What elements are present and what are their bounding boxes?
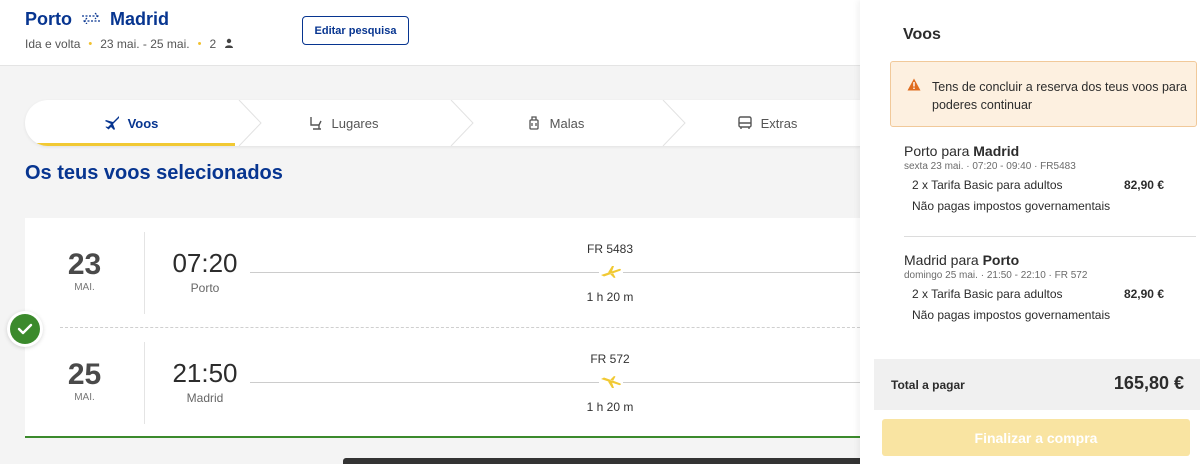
selected-flights-card[interactable]: 23 MAI. 07:20 Porto FR 5483 1 h 20 m 25 … xyxy=(25,218,875,438)
departure-info: 07:20 Porto xyxy=(165,248,245,295)
fare-description: 2 x Tarifa Basic para adultos xyxy=(912,178,1063,192)
flight-number: FR 572 xyxy=(590,352,630,366)
segment-details: sexta 23 mai. · 07:20 - 09:40 · FR5483 xyxy=(904,161,1076,172)
flight-path-line xyxy=(250,382,875,383)
segment-title: Madrid para Porto xyxy=(904,252,1020,268)
route-title: Porto Madrid xyxy=(25,9,169,30)
flight-month: MAI. xyxy=(74,282,95,293)
segment-divider xyxy=(904,236,1196,237)
seat-icon xyxy=(308,115,324,131)
total-bar: Total a pagar 165,80 € xyxy=(874,359,1200,410)
step-separator xyxy=(238,100,262,146)
flight-duration: 1 h 20 m xyxy=(586,290,634,304)
flight-day: 25 xyxy=(67,358,102,391)
fare-price: 82,90 € xyxy=(1123,287,1164,301)
total-value: 165,80 € xyxy=(1113,373,1184,393)
fare-line: 2 x Tarifa Basic para adultos 82,90 € xyxy=(904,287,1200,301)
fare-price: 82,90 € xyxy=(1123,178,1164,192)
luggage-icon xyxy=(526,115,542,131)
origin-city: Porto xyxy=(25,9,72,29)
departure-city: Porto xyxy=(190,281,220,295)
flight-duration: 1 h 20 m xyxy=(586,400,634,414)
flight-row-return[interactable]: 25 MAI. 21:50 Madrid FR 572 1 h 20 m xyxy=(25,340,875,430)
row-divider xyxy=(60,327,875,328)
separator-dot: • xyxy=(197,38,202,50)
passenger-count: 2 xyxy=(209,37,217,51)
fare-description: 2 x Tarifa Basic para adultos xyxy=(912,287,1063,301)
booking-summary-sidebar: Voos Tens de concluir a reserva dos teus… xyxy=(860,0,1200,464)
trip-dates: 23 mai. - 25 mai. xyxy=(100,37,190,51)
segment-details: domingo 25 mai. · 21:50 - 22:10 · FR 572 xyxy=(904,270,1088,281)
page-title: Os teus voos selecionados xyxy=(25,162,283,184)
alert-message: Tens de concluir a reserva dos teus voos… xyxy=(932,80,1187,112)
flight-date: 23 MAI. xyxy=(25,232,145,314)
flight-date: 25 MAI. xyxy=(25,342,145,424)
segment-title: Porto para Madrid xyxy=(904,143,1020,159)
round-trip-arrows-icon xyxy=(80,12,102,27)
flight-month: MAI. xyxy=(74,392,95,403)
step-separator xyxy=(662,100,686,146)
checkout-button[interactable]: Finalizar a compra xyxy=(882,419,1190,456)
departure-time: 21:50 xyxy=(172,358,238,388)
step-label: Voos xyxy=(127,115,159,131)
flight-day: 23 xyxy=(67,248,102,281)
flight-number: FR 5483 xyxy=(586,242,634,256)
tax-note: Não pagas impostos governamentais xyxy=(912,308,1111,322)
plane-landing-icon xyxy=(599,372,623,392)
booking-stepper: Voos Lugares Malas Extras xyxy=(25,100,875,146)
person-icon xyxy=(224,38,234,51)
departure-city: Madrid xyxy=(186,391,224,405)
segment-destination: Porto xyxy=(982,252,1020,268)
tax-note: Não pagas impostos governamentais xyxy=(912,199,1111,213)
sidebar-title: Voos xyxy=(903,26,941,43)
promo-image-strip xyxy=(343,458,863,464)
flight-path-line xyxy=(250,272,875,273)
plane-icon xyxy=(104,115,120,131)
warning-alert: Tens de concluir a reserva dos teus voos… xyxy=(890,61,1197,127)
step-separator xyxy=(450,100,474,146)
departure-info: 21:50 Madrid xyxy=(165,358,245,405)
step-bags[interactable]: Malas xyxy=(449,100,661,146)
warning-icon xyxy=(907,78,921,96)
separator-dot: • xyxy=(88,38,93,50)
total-label: Total a pagar xyxy=(891,378,965,392)
plane-takeoff-icon xyxy=(599,262,623,282)
step-extras[interactable]: Extras xyxy=(661,100,873,146)
fare-line: 2 x Tarifa Basic para adultos 82,90 € xyxy=(904,178,1200,192)
destination-city: Madrid xyxy=(110,9,170,29)
segment-destination: Madrid xyxy=(973,143,1020,159)
step-label: Malas xyxy=(549,115,585,131)
step-label: Extras xyxy=(760,115,798,131)
step-flights[interactable]: Voos xyxy=(25,100,237,146)
trip-type: Ida e volta xyxy=(25,37,81,51)
segment-outbound: Porto para Madrid sexta 23 mai. · 07:20 … xyxy=(904,143,1184,213)
trip-header: Porto Madrid Ida e volta • 23 mai. - 25 … xyxy=(0,0,870,66)
flight-row-outbound[interactable]: 23 MAI. 07:20 Porto FR 5483 1 h 20 m xyxy=(25,230,875,320)
selected-check-icon xyxy=(7,311,43,347)
edit-search-button[interactable]: Editar pesquisa xyxy=(302,16,409,45)
step-seats[interactable]: Lugares xyxy=(237,100,449,146)
segment-return: Madrid para Porto domingo 25 mai. · 21:5… xyxy=(904,252,1184,322)
trip-summary: Ida e volta • 23 mai. - 25 mai. • 2 xyxy=(25,37,234,51)
step-label: Lugares xyxy=(331,115,379,131)
bus-icon xyxy=(737,115,753,131)
departure-time: 07:20 xyxy=(172,248,238,278)
